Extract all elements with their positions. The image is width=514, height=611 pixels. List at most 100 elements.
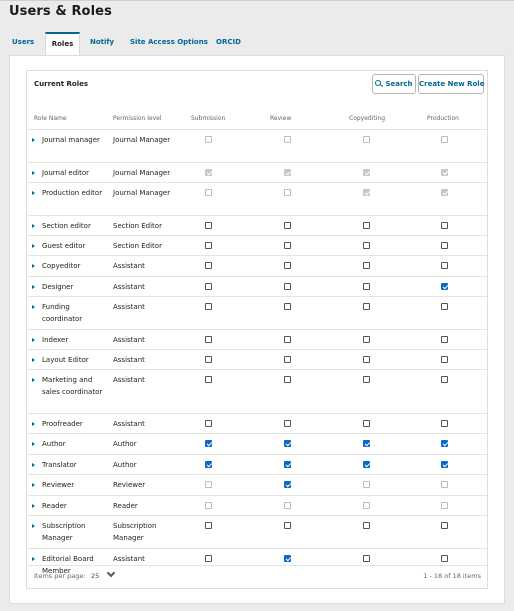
tab-roles[interactable]: Roles: [45, 32, 80, 56]
tab-orcid[interactable]: ORCID: [216, 32, 246, 56]
review-checkbox[interactable]: [284, 440, 291, 447]
review-checkbox[interactable]: [284, 336, 291, 343]
review-checkbox[interactable]: [284, 376, 291, 383]
table-row: Reader Reader: [28, 495, 487, 515]
copyediting-checkbox[interactable]: [363, 242, 370, 249]
submission-checkbox[interactable]: [205, 262, 212, 269]
copyediting-checkbox[interactable]: [363, 440, 370, 447]
expand-arrow-icon[interactable]: [32, 264, 35, 268]
expand-arrow-icon[interactable]: [32, 305, 35, 309]
production-checkbox: [441, 189, 448, 196]
submission-checkbox[interactable]: [205, 356, 212, 363]
expand-arrow-icon[interactable]: [32, 463, 35, 467]
search-button[interactable]: Search: [372, 74, 416, 94]
submission-checkbox[interactable]: [205, 555, 212, 562]
copyediting-checkbox[interactable]: [363, 376, 370, 383]
copyediting-checkbox[interactable]: [363, 356, 370, 363]
copyediting-checkbox[interactable]: [363, 461, 370, 468]
column-header-copyediting: Copyediting: [349, 115, 386, 122]
item-count: 1 - 18 of 18 items: [423, 572, 481, 580]
submission-checkbox[interactable]: [205, 440, 212, 447]
copyediting-checkbox[interactable]: [363, 555, 370, 562]
copyediting-checkbox[interactable]: [363, 522, 370, 529]
expand-arrow-icon[interactable]: [32, 244, 35, 248]
production-checkbox[interactable]: [441, 336, 448, 343]
copyediting-checkbox[interactable]: [363, 283, 370, 290]
tab-site-access-options[interactable]: Site Access Options: [130, 32, 210, 56]
role-name: Funding coordinator: [42, 303, 83, 324]
review-checkbox[interactable]: [284, 420, 291, 427]
copyediting-checkbox[interactable]: [363, 420, 370, 427]
copyediting-checkbox: [363, 189, 370, 196]
table-row: Translator Author: [28, 454, 487, 474]
submission-checkbox[interactable]: [205, 461, 212, 468]
tab-users[interactable]: Users: [12, 32, 42, 56]
table-row: Guest editor Section Editor: [28, 235, 487, 255]
expand-arrow-icon[interactable]: [32, 483, 35, 487]
role-name: Indexer: [42, 336, 69, 344]
expand-arrow-icon[interactable]: [32, 524, 35, 528]
expand-arrow-icon[interactable]: [32, 171, 35, 175]
expand-arrow-icon[interactable]: [32, 504, 35, 508]
copyediting-checkbox[interactable]: [363, 303, 370, 310]
submission-checkbox[interactable]: [205, 283, 212, 290]
production-checkbox[interactable]: [441, 420, 448, 427]
permission-level: Section Editor: [113, 242, 162, 250]
copyediting-checkbox[interactable]: [363, 222, 370, 229]
review-checkbox[interactable]: [284, 481, 291, 488]
expand-arrow-icon[interactable]: [32, 138, 35, 142]
review-checkbox[interactable]: [284, 283, 291, 290]
production-checkbox[interactable]: [441, 283, 448, 290]
production-checkbox[interactable]: [441, 555, 448, 562]
expand-arrow-icon[interactable]: [32, 338, 35, 342]
review-checkbox[interactable]: [284, 555, 291, 562]
submission-checkbox[interactable]: [205, 222, 212, 229]
chevron-down-icon[interactable]: [106, 568, 116, 578]
review-checkbox[interactable]: [284, 461, 291, 468]
review-checkbox[interactable]: [284, 262, 291, 269]
submission-checkbox[interactable]: [205, 522, 212, 529]
expand-arrow-icon[interactable]: [32, 378, 35, 382]
expand-arrow-icon[interactable]: [32, 442, 35, 446]
submission-checkbox[interactable]: [205, 336, 212, 343]
expand-arrow-icon[interactable]: [32, 224, 35, 228]
copyediting-checkbox[interactable]: [363, 336, 370, 343]
production-checkbox[interactable]: [441, 262, 448, 269]
production-checkbox[interactable]: [441, 242, 448, 249]
production-checkbox[interactable]: [441, 303, 448, 310]
review-checkbox[interactable]: [284, 522, 291, 529]
role-name: Journal editor: [42, 169, 90, 177]
table-row: Layout Editor Assistant: [28, 349, 487, 369]
production-checkbox[interactable]: [441, 522, 448, 529]
production-checkbox[interactable]: [441, 440, 448, 447]
review-checkbox: [284, 169, 291, 176]
review-checkbox[interactable]: [284, 356, 291, 363]
submission-checkbox[interactable]: [205, 376, 212, 383]
table-row: Production editor Journal Manager: [28, 182, 487, 215]
production-checkbox[interactable]: [441, 376, 448, 383]
submission-checkbox[interactable]: [205, 303, 212, 310]
items-per-page-label: Items per page:: [34, 572, 86, 580]
submission-checkbox[interactable]: [205, 242, 212, 249]
copyediting-checkbox: [363, 136, 370, 143]
submission-checkbox: [205, 169, 212, 176]
create-new-role-button[interactable]: Create New Role: [418, 74, 484, 94]
expand-arrow-icon[interactable]: [32, 191, 35, 195]
expand-arrow-icon[interactable]: [32, 285, 35, 289]
production-checkbox[interactable]: [441, 461, 448, 468]
permission-level: Journal Manager: [113, 136, 171, 144]
expand-arrow-icon[interactable]: [32, 358, 35, 362]
roles-grid: Current Roles Search Create New Role Rol…: [26, 70, 488, 589]
copyediting-checkbox[interactable]: [363, 262, 370, 269]
expand-arrow-icon[interactable]: [32, 422, 35, 426]
submission-checkbox[interactable]: [205, 420, 212, 427]
production-checkbox[interactable]: [441, 356, 448, 363]
review-checkbox[interactable]: [284, 242, 291, 249]
items-per-page-value[interactable]: 25: [91, 572, 99, 580]
permission-level: Assistant: [113, 555, 145, 563]
review-checkbox[interactable]: [284, 303, 291, 310]
production-checkbox[interactable]: [441, 222, 448, 229]
expand-arrow-icon[interactable]: [32, 557, 35, 561]
tab-notify[interactable]: Notify: [90, 32, 120, 56]
review-checkbox[interactable]: [284, 222, 291, 229]
